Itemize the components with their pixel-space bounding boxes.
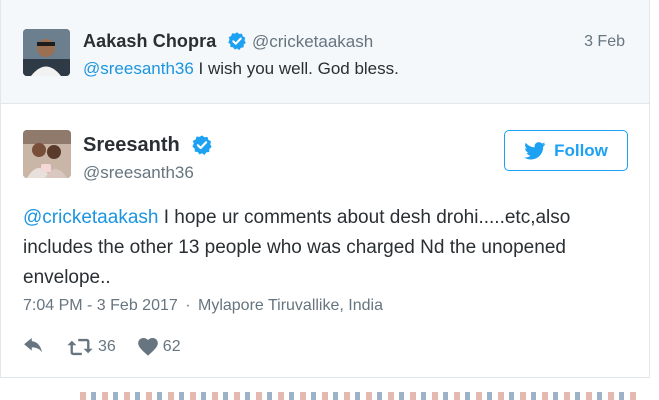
- like-count: 62: [162, 338, 181, 355]
- like-button[interactable]: 62: [137, 338, 181, 356]
- cropped-text-fragment: [80, 392, 640, 400]
- tweet-metadata: 7:04 PM - 3 Feb 2017 · Mylapore Tiruvall…: [23, 297, 383, 315]
- main-tweet: Sreesanth @sreesanth36 Follow @cricketaa…: [0, 104, 650, 378]
- parent-tweet[interactable]: Aakash Chopra @cricketaakash 3 Feb @sree…: [0, 0, 650, 104]
- parent-tweet-body: I wish you well. God bless.: [193, 59, 399, 78]
- tweet-text-line: includes the other 13 people who was cha…: [23, 237, 566, 258]
- retweet-icon: [67, 338, 93, 356]
- tweet-text-line: envelope..: [23, 267, 111, 288]
- tweet-location[interactable]: Mylapore Tiruvallike, India: [198, 297, 383, 314]
- tweet-timestamp[interactable]: 7:04 PM - 3 Feb 2017: [23, 297, 178, 314]
- tweet-text-line: @cricketaakash I hope ur comments about …: [23, 203, 633, 233]
- meta-separator: ·: [185, 297, 191, 314]
- parent-tweet-date[interactable]: 3 Feb: [584, 33, 625, 51]
- main-author-name[interactable]: Sreesanth: [83, 134, 180, 157]
- tweet-text-part: I hope ur comments about desh drohi.....…: [158, 207, 571, 228]
- twitter-bird-icon: [524, 141, 546, 159]
- tweet-actions: 36 62: [23, 335, 203, 359]
- follow-button-label: Follow: [554, 140, 608, 160]
- cropped-text-strip: [0, 390, 659, 400]
- follow-button[interactable]: Follow: [504, 130, 628, 171]
- verified-badge-icon: [192, 135, 212, 155]
- main-avatar[interactable]: [23, 130, 71, 178]
- tweet-text: @cricketaakash I hope ur comments about …: [23, 203, 633, 293]
- retweet-button[interactable]: 36: [67, 338, 116, 356]
- main-author-handle[interactable]: @sreesanth36: [83, 163, 194, 183]
- retweet-count: 36: [98, 338, 116, 355]
- reply-icon: [24, 338, 43, 353]
- tweet-embed: Aakash Chopra @cricketaakash 3 Feb @sree…: [0, 0, 659, 400]
- parent-author-name[interactable]: Aakash Chopra: [83, 31, 216, 52]
- parent-author-handle[interactable]: @cricketaakash: [252, 32, 373, 52]
- parent-tweet-text: @sreesanth36 I wish you well. God bless.: [83, 59, 399, 79]
- parent-avatar[interactable]: [23, 29, 70, 76]
- heart-icon: [137, 338, 158, 356]
- parent-mention-link[interactable]: @sreesanth36: [83, 59, 194, 78]
- verified-badge-icon: [228, 32, 246, 51]
- reply-button[interactable]: [23, 338, 45, 356]
- mention-link[interactable]: @cricketaakash: [23, 207, 158, 228]
